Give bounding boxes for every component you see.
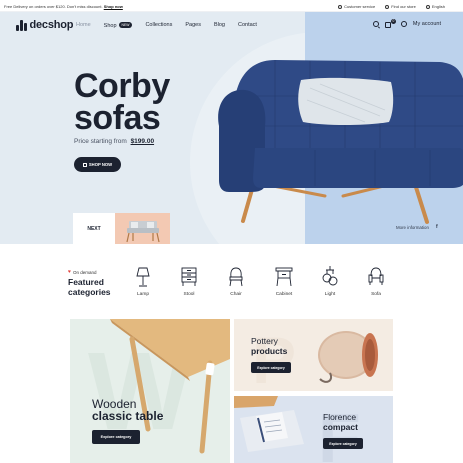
nav-item-home[interactable]: Home xyxy=(76,22,91,29)
hero-title-line2: sofas xyxy=(74,99,161,137)
florence-title-line2: compact xyxy=(323,421,358,432)
svg-text:P: P xyxy=(252,323,296,391)
location-icon xyxy=(385,4,390,9)
on-demand-label: ♥ On demand xyxy=(68,269,111,276)
logo-text: decshop xyxy=(29,19,74,31)
category-stool[interactable]: Stool xyxy=(174,266,204,297)
utility-links: Customer service Find our store English xyxy=(338,4,445,9)
headset-icon xyxy=(338,4,343,9)
categories-title-line2: categories xyxy=(68,286,111,297)
promo-card-pottery[interactable]: P Pottery products Explore category xyxy=(234,319,393,391)
sofa-icon xyxy=(368,267,384,285)
promo-text: Free Delivery on orders over $120. Don't… xyxy=(4,4,123,9)
top-bar: Free Delivery on orders over $120. Don't… xyxy=(0,0,463,12)
category-light[interactable]: Light xyxy=(315,266,345,297)
nav-item-pages[interactable]: Pages xyxy=(185,22,201,29)
category-sofa[interactable]: Sofa xyxy=(361,266,391,297)
wooden-table-title: Wooden classic table xyxy=(92,398,163,422)
pottery-title: Pottery products xyxy=(251,336,288,356)
nav-item-shop-label: Shop xyxy=(103,23,117,29)
hero-title: Corby sofas xyxy=(74,67,170,137)
category-chair[interactable]: Chair xyxy=(221,266,251,297)
nav-menu: Home Shop NEW Collections Pages Blog Cont… xyxy=(76,22,257,29)
nav-item-blog[interactable]: Blog xyxy=(214,22,225,29)
categories-title: Featured categories xyxy=(68,277,111,297)
my-account-link[interactable]: My account xyxy=(413,21,441,27)
category-cabinet-label: Cabinet xyxy=(275,292,293,297)
florence-title: Florence compact xyxy=(323,412,358,432)
explore-florence-button[interactable]: Explore category xyxy=(323,438,363,449)
wooden-title-line2: classic table xyxy=(92,409,164,423)
globe-icon xyxy=(425,4,430,9)
shopping-bag-icon xyxy=(82,162,87,167)
category-lamp-label: Lamp xyxy=(137,292,149,297)
nav-item-shop[interactable]: Shop NEW xyxy=(104,22,133,29)
find-store-link[interactable]: Find our store xyxy=(385,4,416,9)
chair-icon xyxy=(229,267,243,287)
category-light-label: Light xyxy=(324,292,336,297)
category-sofa-label: Sofa xyxy=(371,292,381,297)
search-icon[interactable] xyxy=(372,21,379,27)
category-chair-label: Chair xyxy=(230,292,242,297)
thumbnail-bench-image xyxy=(126,221,160,243)
customer-service-label: Customer service xyxy=(344,4,376,9)
customer-service-link[interactable]: Customer service xyxy=(338,4,375,9)
florence-image: F xyxy=(234,396,361,463)
hero-title-line1: Corby xyxy=(74,67,170,105)
cart-button[interactable]: 0 xyxy=(384,19,396,28)
promo-shop-now-link[interactable]: Shop now xyxy=(104,4,123,9)
language-selector[interactable]: English xyxy=(425,4,445,9)
more-information-link[interactable]: More information xyxy=(396,225,429,230)
logo[interactable]: decshop xyxy=(16,19,74,31)
explore-wooden-button[interactable]: Explore category xyxy=(92,430,140,444)
category-stool-label: Stool xyxy=(183,292,195,297)
promo-card-wooden-table[interactable]: W Wooden classic table Explore category xyxy=(70,319,230,463)
category-cabinet[interactable]: Cabinet xyxy=(269,266,299,297)
language-label: English xyxy=(431,4,445,9)
category-lamp[interactable]: Lamp xyxy=(128,266,158,297)
user-icon[interactable] xyxy=(400,21,407,27)
promo-message: Free Delivery on orders over $120. Don't… xyxy=(4,4,103,9)
new-badge: NEW xyxy=(118,22,133,28)
hero-price-line: Price starting from $199.00 xyxy=(74,138,154,145)
nav-actions: 0 My account xyxy=(372,19,441,28)
next-slide-button[interactable]: NEXT xyxy=(73,213,115,244)
heart-icon: ♥ xyxy=(68,269,71,275)
cart-count-badge: 0 xyxy=(390,19,396,24)
nav-item-collections[interactable]: Collections xyxy=(145,22,172,29)
logo-bars-icon xyxy=(16,19,27,31)
sofa-image xyxy=(218,60,463,224)
light-icon xyxy=(322,266,338,286)
bag-icon xyxy=(384,22,391,28)
stool-icon xyxy=(181,267,197,286)
on-demand-text: On demand xyxy=(72,270,97,275)
lamp-icon xyxy=(136,267,150,287)
hero-price: $199.00 xyxy=(130,138,155,145)
explore-pottery-button[interactable]: Explore category xyxy=(251,362,291,373)
next-slide-thumbnail[interactable] xyxy=(115,213,170,244)
main-nav: decshop Home Shop NEW Collections Pages B… xyxy=(0,12,463,40)
cabinet-icon xyxy=(275,267,293,287)
pottery-title-line2: products xyxy=(251,345,288,356)
promo-card-florence[interactable]: F Florence compact Explore category xyxy=(234,396,393,463)
nav-item-contact[interactable]: Contact xyxy=(238,22,257,29)
featured-categories-heading: ♥ On demand Featured categories xyxy=(68,270,111,297)
shop-now-label: SHOP NOW xyxy=(88,162,113,167)
facebook-icon[interactable]: f xyxy=(436,224,438,230)
price-prefix: Price starting from xyxy=(74,138,127,145)
shop-now-button[interactable]: SHOP NOW xyxy=(74,157,121,172)
find-store-label: Find our store xyxy=(391,4,416,9)
